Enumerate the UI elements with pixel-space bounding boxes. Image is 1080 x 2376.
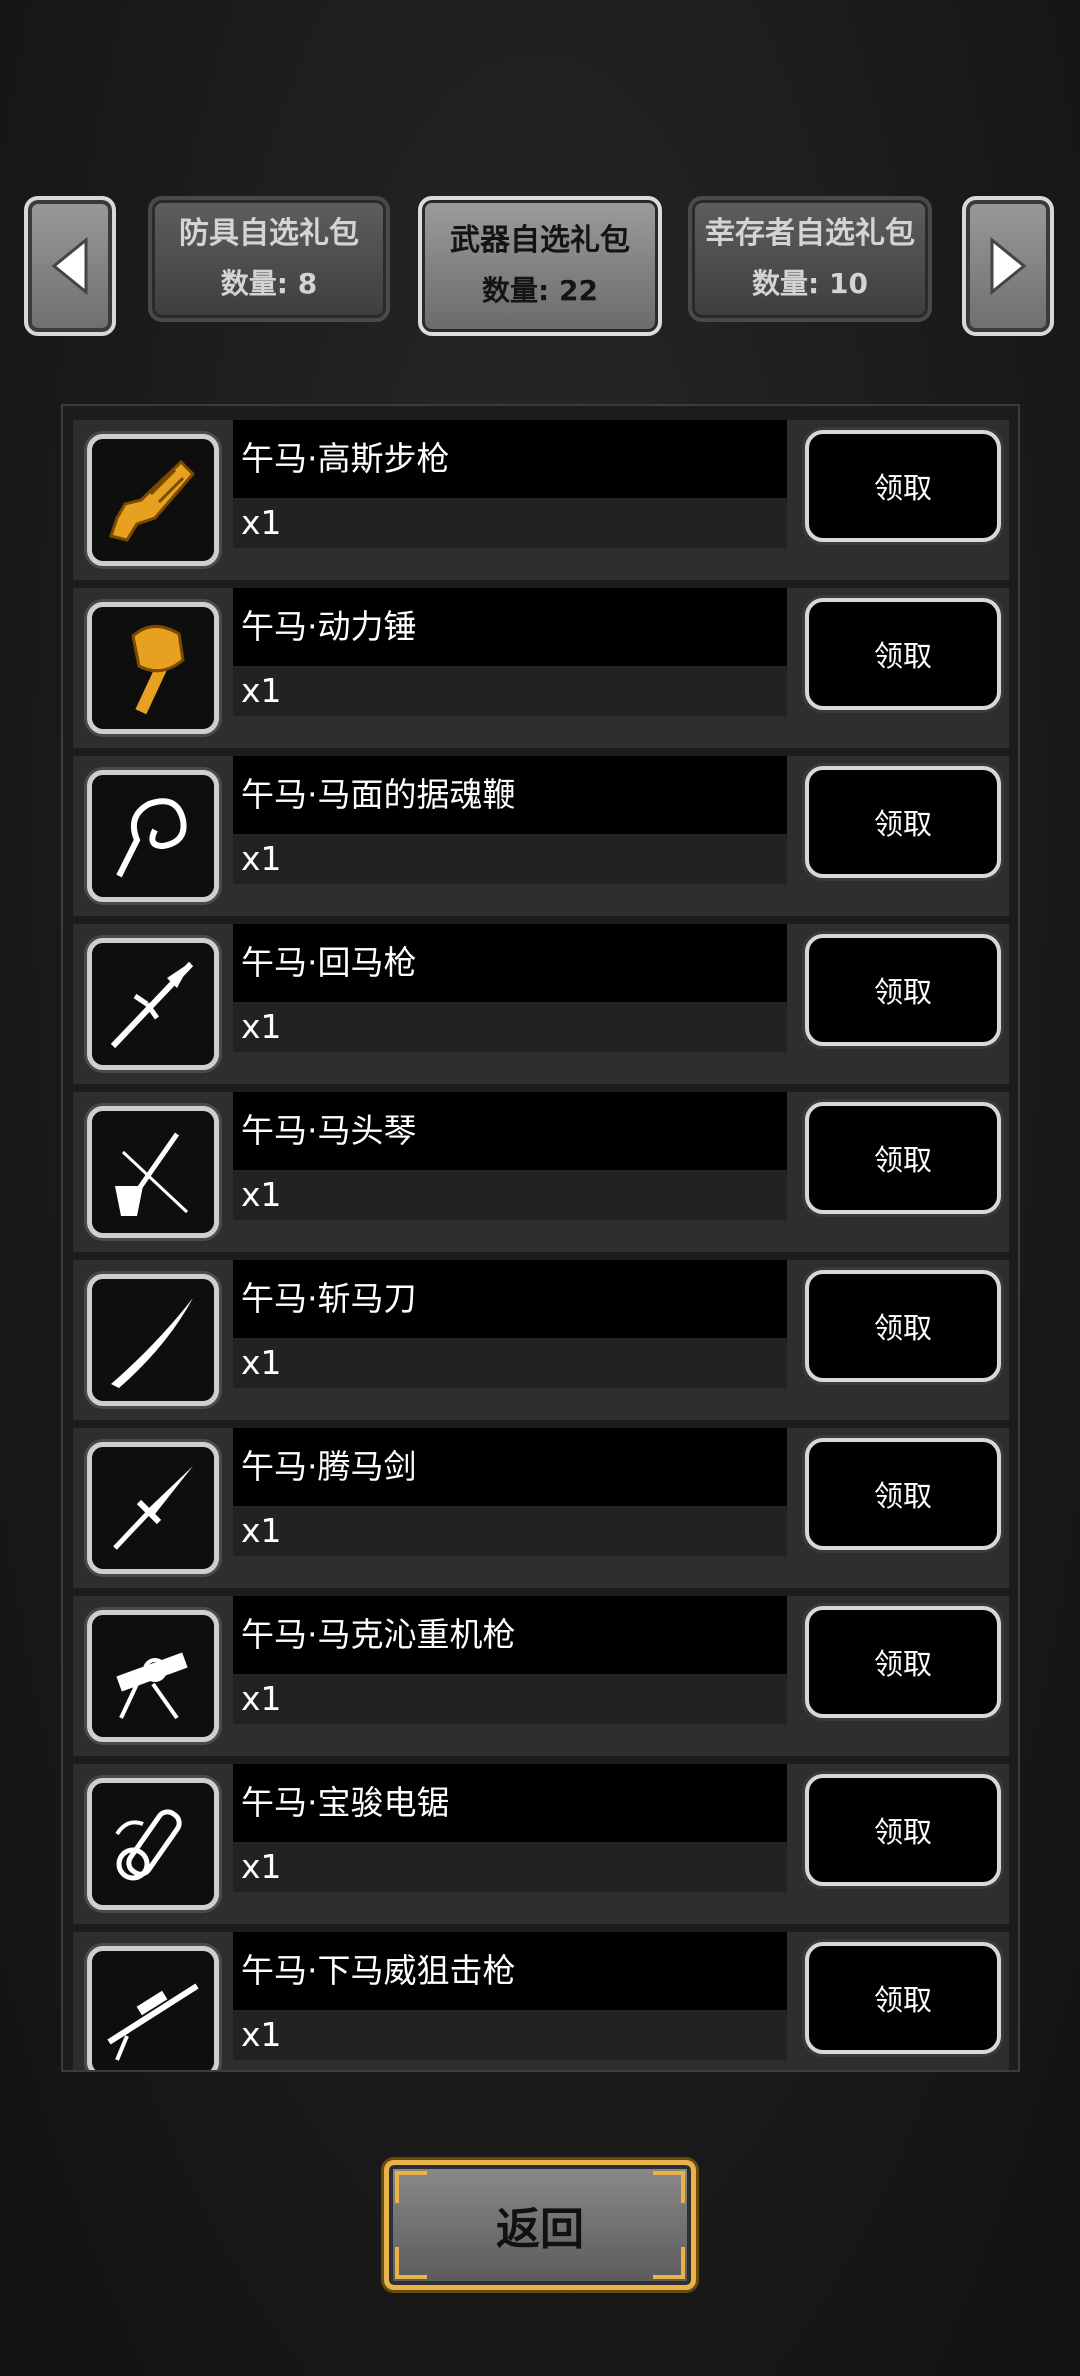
item-icon-frame: [87, 1442, 219, 1574]
corner-ornament: [395, 2171, 427, 2203]
power-hammer-icon: [131, 625, 185, 715]
item-name: 午马·马头琴: [233, 1092, 787, 1170]
item-icon-frame: [87, 938, 219, 1070]
horsehead-fiddle-icon: [115, 1132, 189, 1216]
item-name: 午马·腾马剑: [233, 1428, 787, 1506]
tab-count: 数量: 8: [220, 267, 318, 300]
item-quantity: x1: [233, 1674, 787, 1724]
tab-survivor-pack[interactable]: 幸存者自选礼包 数量: 10: [688, 196, 932, 322]
list-item: 午马·高斯步枪 x1 领取: [73, 420, 1009, 580]
claim-button[interactable]: 领取: [805, 1438, 1001, 1550]
tab-count: 数量: 22: [482, 274, 598, 307]
item-icon-frame: [87, 434, 219, 566]
claim-button[interactable]: 领取: [805, 1942, 1001, 2054]
item-name: 午马·马克沁重机枪: [233, 1596, 787, 1674]
item-quantity: x1: [233, 1506, 787, 1556]
claim-button[interactable]: 领取: [805, 1102, 1001, 1214]
list-item: 午马·马头琴 x1 领取: [73, 1092, 1009, 1252]
item-name: 午马·马面的据魂鞭: [233, 756, 787, 834]
item-name: 午马·高斯步枪: [233, 420, 787, 498]
item-icon-frame: [87, 1274, 219, 1406]
back-label: 返回: [496, 2204, 584, 2255]
back-button[interactable]: 返回: [384, 2160, 696, 2290]
item-quantity: x1: [233, 834, 787, 884]
item-quantity: x1: [233, 1338, 787, 1388]
right-arrow-icon: [990, 236, 1027, 296]
corner-ornament: [653, 2247, 685, 2279]
corner-ornament: [395, 2247, 427, 2279]
corner-ornament: [653, 2171, 685, 2203]
tab-count: 数量: 10: [752, 267, 868, 300]
item-quantity: x1: [233, 1170, 787, 1220]
list-item: 午马·马面的据魂鞭 x1 领取: [73, 756, 1009, 916]
item-name: 午马·斩马刀: [233, 1260, 787, 1338]
list-item: 午马·回马枪 x1 领取: [73, 924, 1009, 1084]
chainsaw-icon: [115, 1809, 182, 1881]
item-icon-frame: [87, 1946, 219, 2070]
item-name: 午马·下马威狙击枪: [233, 1932, 787, 2010]
saber-icon: [111, 1298, 193, 1388]
gauss-rifle-icon: [109, 459, 196, 542]
tab-title: 防具自选礼包: [179, 216, 359, 251]
item-quantity: x1: [233, 498, 787, 548]
item-name: 午马·回马枪: [233, 924, 787, 1002]
list-item: 午马·动力锤 x1 领取: [73, 588, 1009, 748]
claim-button[interactable]: 领取: [805, 766, 1001, 878]
sniper-rifle-icon: [107, 1983, 199, 2061]
list-item: 午马·斩马刀 x1 领取: [73, 1260, 1009, 1420]
claim-button[interactable]: 领取: [805, 1774, 1001, 1886]
list-item: 午马·下马威狙击枪 x1 领取: [73, 1932, 1009, 2070]
item-quantity: x1: [233, 1842, 787, 1892]
left-arrow-icon: [51, 236, 88, 296]
tab-weapon-pack[interactable]: 武器自选礼包 数量: 22: [418, 196, 662, 336]
list-item: 午马·宝骏电锯 x1 领取: [73, 1764, 1009, 1924]
tab-armor-pack[interactable]: 防具自选礼包 数量: 8: [148, 196, 390, 322]
item-icon-frame: [87, 770, 219, 902]
claim-button[interactable]: 领取: [805, 934, 1001, 1046]
list-item: 午马·腾马剑 x1 领取: [73, 1428, 1009, 1588]
item-quantity: x1: [233, 2010, 787, 2060]
item-icon-frame: [87, 1610, 219, 1742]
reward-list[interactable]: 午马·高斯步枪 x1 领取 午马·动力锤 x1 领取 午马·马面的据魂鞭 x1 …: [61, 404, 1020, 2072]
claim-button[interactable]: 领取: [805, 598, 1001, 710]
item-icon-frame: [87, 602, 219, 734]
claim-button[interactable]: 领取: [805, 1270, 1001, 1382]
item-name: 午马·宝骏电锯: [233, 1764, 787, 1842]
item-quantity: x1: [233, 666, 787, 716]
claim-button[interactable]: 领取: [805, 1606, 1001, 1718]
list-item: 午马·马克沁重机枪 x1 领取: [73, 1596, 1009, 1756]
spear-icon: [110, 961, 194, 1049]
next-tab-button[interactable]: [962, 196, 1054, 336]
machine-gun-icon: [116, 1652, 188, 1720]
item-quantity: x1: [233, 1002, 787, 1052]
item-icon-frame: [87, 1778, 219, 1910]
sword-icon: [113, 1466, 193, 1550]
item-icon-frame: [87, 1106, 219, 1238]
tab-title: 武器自选礼包: [450, 223, 630, 258]
prev-tab-button[interactable]: [24, 196, 116, 336]
item-name: 午马·动力锤: [233, 588, 787, 666]
tab-title: 幸存者自选礼包: [705, 216, 915, 251]
soul-whip-icon: [116, 798, 187, 878]
claim-button[interactable]: 领取: [805, 430, 1001, 542]
